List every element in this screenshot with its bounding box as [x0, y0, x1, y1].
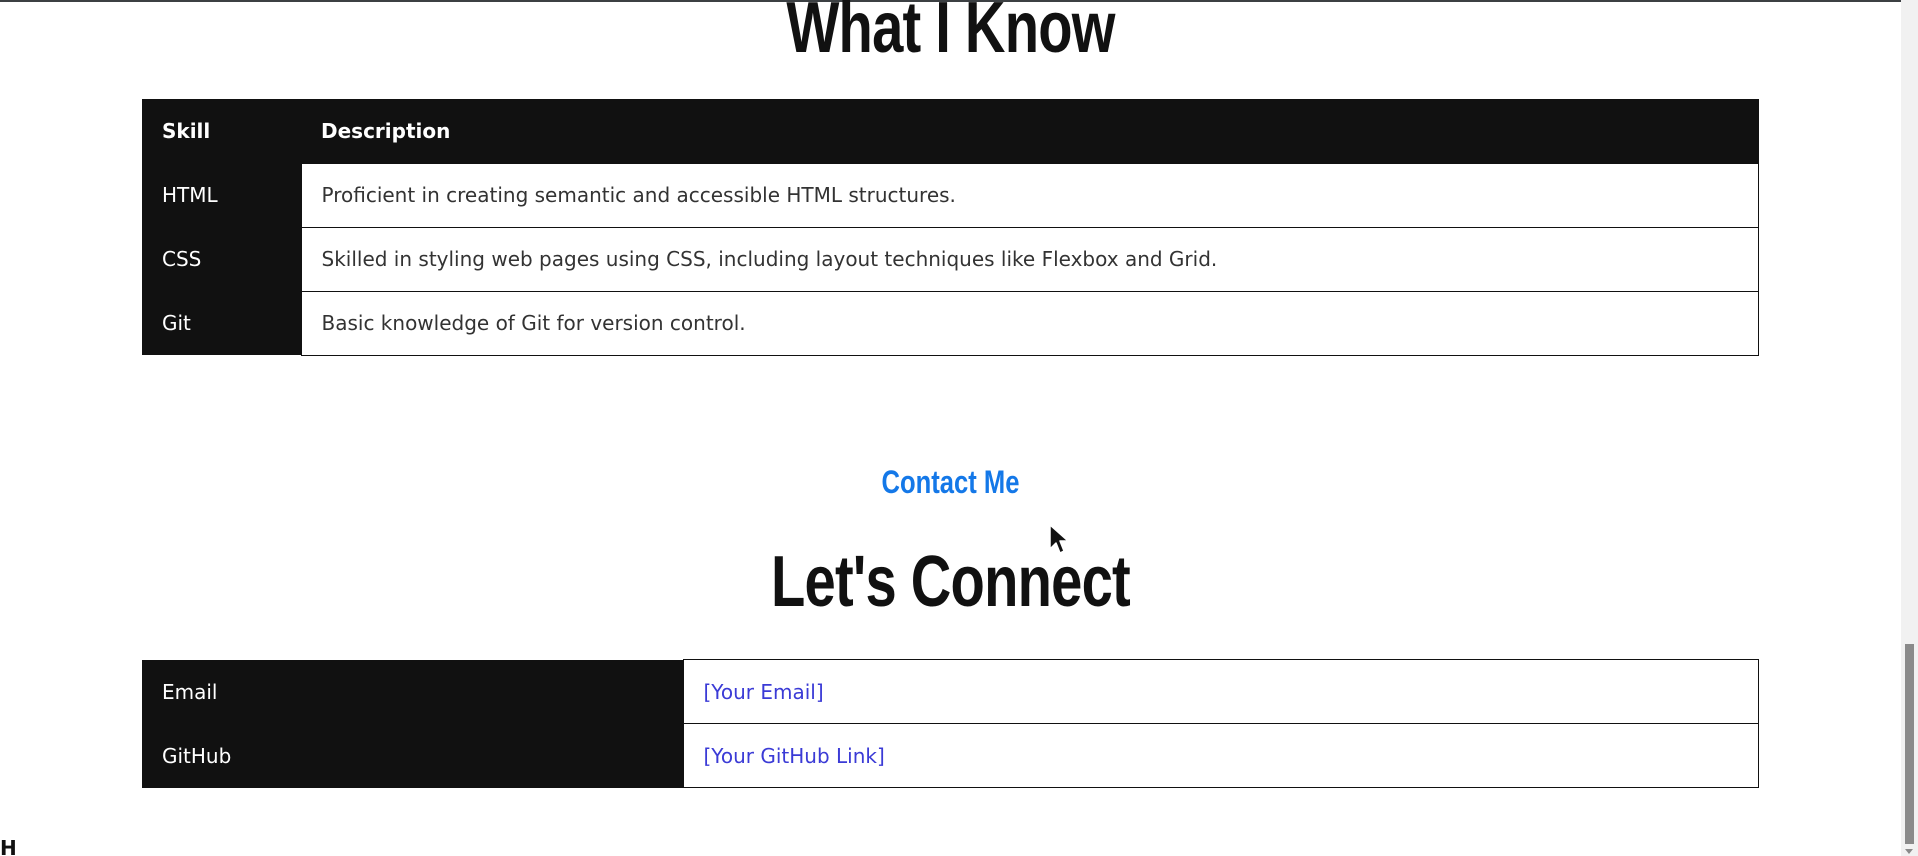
table-row: GitHub [Your GitHub Link]	[142, 723, 1759, 788]
skill-name: CSS	[142, 227, 301, 291]
contact-value-github-cell: [Your GitHub Link]	[682, 723, 1759, 788]
contact-heading: Let's Connect	[771, 542, 1131, 622]
skill-description: Basic knowledge of Git for version contr…	[300, 290, 1759, 356]
table-row: Email [Your Email]	[142, 659, 1759, 724]
skill-description: Skilled in styling web pages using CSS, …	[300, 226, 1759, 292]
page-content: What I Know Skill Description HTML Profi…	[0, 0, 1901, 856]
chevron-down-icon[interactable]	[1905, 849, 1913, 854]
skills-header-description: Description	[301, 99, 1759, 163]
vertical-scrollbar[interactable]	[1901, 0, 1918, 856]
mouse-pointer-icon	[1049, 524, 1069, 554]
table-row: CSS Skilled in styling web pages using C…	[142, 226, 1759, 292]
contact-value-email-cell: [Your Email]	[682, 659, 1759, 724]
skill-description: Proficient in creating semantic and acce…	[300, 162, 1759, 228]
contact-label-github: GitHub	[142, 723, 683, 788]
contact-eyebrow: Contact Me	[881, 464, 1020, 500]
skill-name: Git	[142, 291, 301, 355]
scrollbar-thumb[interactable]	[1905, 644, 1914, 844]
email-link[interactable]: [Your Email]	[704, 680, 824, 704]
table-row: HTML Proficient in creating semantic and…	[142, 162, 1759, 228]
footer-partial-text: H	[0, 836, 17, 856]
github-link[interactable]: [Your GitHub Link]	[704, 744, 885, 768]
skills-table-header-row: Skill Description	[142, 99, 1759, 163]
browser-viewport: What I Know Skill Description HTML Profi…	[0, 0, 1918, 856]
skill-name: HTML	[142, 163, 301, 227]
skills-header-skill: Skill	[142, 99, 301, 163]
contact-label-email: Email	[142, 659, 683, 724]
skills-heading: What I Know	[786, 0, 1115, 68]
table-row: Git Basic knowledge of Git for version c…	[142, 290, 1759, 356]
skills-table: Skill Description HTML Proficient in cre…	[142, 99, 1759, 356]
contact-table: Email [Your Email] GitHub [Your GitHub L…	[142, 659, 1759, 788]
